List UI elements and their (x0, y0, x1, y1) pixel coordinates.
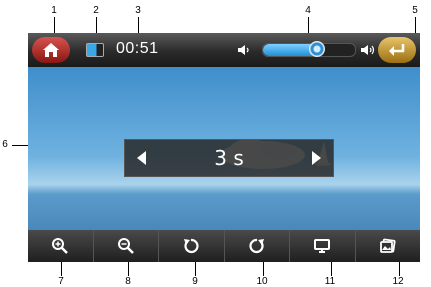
callout-8: 8 (125, 276, 131, 287)
zoom-in-button[interactable] (28, 230, 94, 262)
callout-12: 12 (392, 276, 404, 287)
gallery-button[interactable] (356, 230, 421, 262)
callout-1: 1 (51, 5, 57, 16)
callout-2: 2 (93, 5, 99, 16)
zoom-out-button[interactable] (94, 230, 159, 262)
rotate-right-button[interactable] (225, 230, 290, 262)
interval-increase-icon[interactable] (311, 151, 321, 165)
callout-5-line (415, 17, 416, 33)
battery-icon (86, 43, 104, 57)
zoom-in-icon (52, 238, 69, 254)
display-icon (314, 239, 331, 253)
callout-7: 7 (58, 276, 64, 287)
volume-up-icon[interactable] (360, 43, 376, 57)
callout-3-line (138, 17, 139, 33)
callout-12-line (399, 262, 400, 276)
slideshow-interval-value: 3 s (214, 146, 244, 170)
interval-decrease-icon[interactable] (137, 151, 146, 165)
volume-down-icon[interactable] (237, 43, 251, 57)
callout-4-line (308, 17, 309, 33)
rotate-left-icon (184, 238, 199, 254)
rotate-left-button[interactable] (159, 230, 225, 262)
bottom-toolbar (28, 230, 420, 262)
callout-10-line (263, 262, 264, 276)
callout-9-line (195, 262, 196, 276)
back-button[interactable] (378, 37, 416, 63)
callout-1-line (54, 17, 55, 33)
back-icon (389, 44, 405, 56)
callout-11-line (331, 262, 332, 276)
callout-4: 4 (305, 5, 311, 16)
callout-9: 9 (192, 276, 198, 287)
photo-viewer-screen: 00:51 3 s (28, 33, 420, 262)
callout-10: 10 (256, 276, 268, 287)
home-button[interactable] (32, 37, 70, 63)
rotate-right-icon (249, 238, 264, 254)
callout-5: 5 (412, 5, 418, 16)
gallery-icon (379, 238, 396, 253)
callout-6-line (12, 145, 28, 146)
callout-7-line (61, 262, 62, 276)
callout-2-line (96, 17, 97, 33)
callout-3: 3 (135, 5, 141, 16)
display-mode-button[interactable] (290, 230, 356, 262)
home-icon (43, 43, 59, 57)
callout-8-line (128, 262, 129, 276)
top-status-bar: 00:51 (28, 33, 420, 67)
slideshow-interval-control: 3 s (124, 139, 334, 177)
callout-6: 6 (2, 139, 8, 150)
zoom-out-icon (117, 238, 134, 254)
callout-11: 11 (324, 276, 336, 287)
clock-time: 00:51 (116, 40, 159, 57)
